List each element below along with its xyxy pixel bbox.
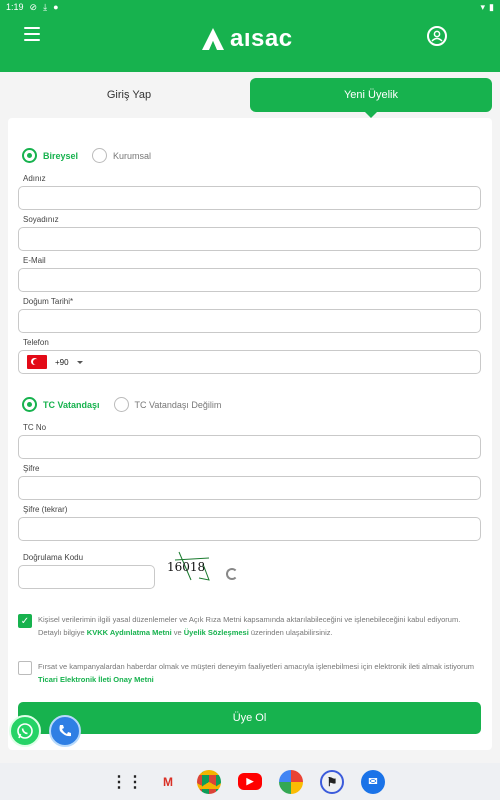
account-type-group: Bireysel Kurumsal (22, 148, 151, 163)
password-label: Şifre (23, 464, 40, 473)
messages-icon[interactable]: ✉ (361, 769, 385, 794)
birth-date-label: Doğum Tarihi* (23, 297, 74, 306)
wifi-icon: ▾ (480, 1, 486, 12)
kvkk-consent-text-3: üzerinden ulaşabilirsiniz. (248, 628, 333, 637)
tab-login[interactable]: Giriş Yap (8, 78, 250, 112)
dnd-icon: ⊘ (29, 1, 38, 12)
whatsapp-button[interactable] (9, 715, 41, 747)
hamburger-icon[interactable] (24, 27, 40, 41)
first-name-input[interactable] (18, 186, 481, 210)
radio-tc-citizen[interactable] (22, 397, 37, 412)
marketing-consent-text-1: Fırsat ve kampanyalardan haberdar olmak … (38, 662, 475, 671)
captcha-image: 16018 (165, 550, 213, 582)
auth-tabs: Giriş Yap Yeni Üyelik (8, 78, 492, 118)
fitness-app-icon[interactable]: ⚑ (320, 769, 344, 794)
youtube-icon[interactable]: ▶ (238, 773, 262, 790)
turkey-flag-icon (27, 355, 47, 369)
radio-corporate-label[interactable]: Kurumsal (113, 151, 151, 161)
captcha-text: 16018 (167, 560, 206, 574)
radio-corporate[interactable] (92, 148, 108, 163)
app-notification-icon: ● (53, 2, 59, 12)
registration-form: Bireysel Kurumsal Adınız Soyadınız E-Mai… (8, 118, 492, 750)
phone-icon (59, 725, 71, 737)
kvkk-link[interactable]: KVKK Aydınlatma Metni (87, 628, 172, 637)
birth-date-input[interactable] (18, 309, 481, 333)
battery-icon: ▮ (489, 1, 494, 12)
register-button[interactable]: Üye Ol (18, 702, 481, 734)
country-code-selector[interactable]: +90 (27, 355, 83, 369)
email-label: E-Mail (23, 256, 46, 265)
app-header: aısac (0, 14, 500, 72)
android-dock: ⋮⋮ M ▶ ⚑ ✉ (0, 763, 500, 800)
user-circle-icon[interactable] (427, 26, 447, 46)
password-repeat-label: Şifre (tekrar) (23, 505, 68, 514)
membership-agreement-link[interactable]: Üyelik Sözleşmesi (184, 628, 249, 637)
call-button[interactable] (49, 715, 81, 747)
citizenship-group: TC Vatandaşı TC Vatandaşı Değilim (22, 397, 221, 412)
gmail-icon[interactable]: M (156, 770, 180, 794)
kvkk-consent-text-2: ve (171, 628, 184, 637)
brand-mark-icon (202, 28, 224, 50)
chevron-down-icon (76, 360, 83, 364)
marketing-consent-text: Fırsat ve kampanyalardan haberdar olmak … (38, 660, 483, 686)
radio-individual-label[interactable]: Bireysel (43, 151, 78, 161)
radio-individual[interactable] (22, 148, 37, 163)
verification-code-label: Doğrulama Kodu (23, 553, 84, 562)
verification-code-input[interactable] (18, 565, 155, 589)
email-input[interactable] (18, 268, 481, 292)
password-input[interactable] (18, 476, 481, 500)
country-code: +90 (55, 357, 69, 367)
tc-no-label: TC No (23, 423, 47, 432)
password-repeat-input[interactable] (18, 517, 481, 541)
commercial-message-link[interactable]: Ticari Elektronik İleti Onay Metni (38, 675, 154, 684)
phone-input[interactable]: +90 (18, 350, 481, 374)
marketing-consent-checkbox[interactable] (18, 661, 32, 675)
last-name-label: Soyadınız (23, 215, 59, 224)
radio-not-tc-citizen-label[interactable]: TC Vatandaşı Değilim (135, 400, 222, 410)
app-drawer-icon[interactable]: ⋮⋮ (111, 770, 143, 794)
last-name-input[interactable] (18, 227, 481, 251)
refresh-icon[interactable] (226, 568, 238, 580)
brand-name: aısac (230, 25, 293, 52)
chrome-icon[interactable] (197, 769, 221, 794)
phone-label: Telefon (23, 338, 49, 347)
photos-icon[interactable] (279, 769, 303, 794)
tab-new-membership[interactable]: Yeni Üyelik (250, 78, 492, 118)
kvkk-consent-text: Kişisel verilerimin ilgili yasal düzenle… (38, 613, 483, 639)
status-bar: 1:19 ⊘ ⤓ ● ▾ ▮ (0, 0, 500, 14)
first-name-label: Adınız (23, 174, 46, 183)
download-icon: ⤓ (43, 1, 48, 12)
tc-no-input[interactable] (18, 435, 481, 459)
status-time: 1:19 (6, 2, 24, 12)
radio-tc-citizen-label[interactable]: TC Vatandaşı (43, 400, 100, 410)
brand-logo[interactable]: aısac (200, 22, 293, 56)
radio-not-tc-citizen[interactable] (113, 397, 129, 412)
kvkk-consent-checkbox[interactable]: ✓ (18, 614, 32, 628)
whatsapp-icon (17, 723, 33, 739)
